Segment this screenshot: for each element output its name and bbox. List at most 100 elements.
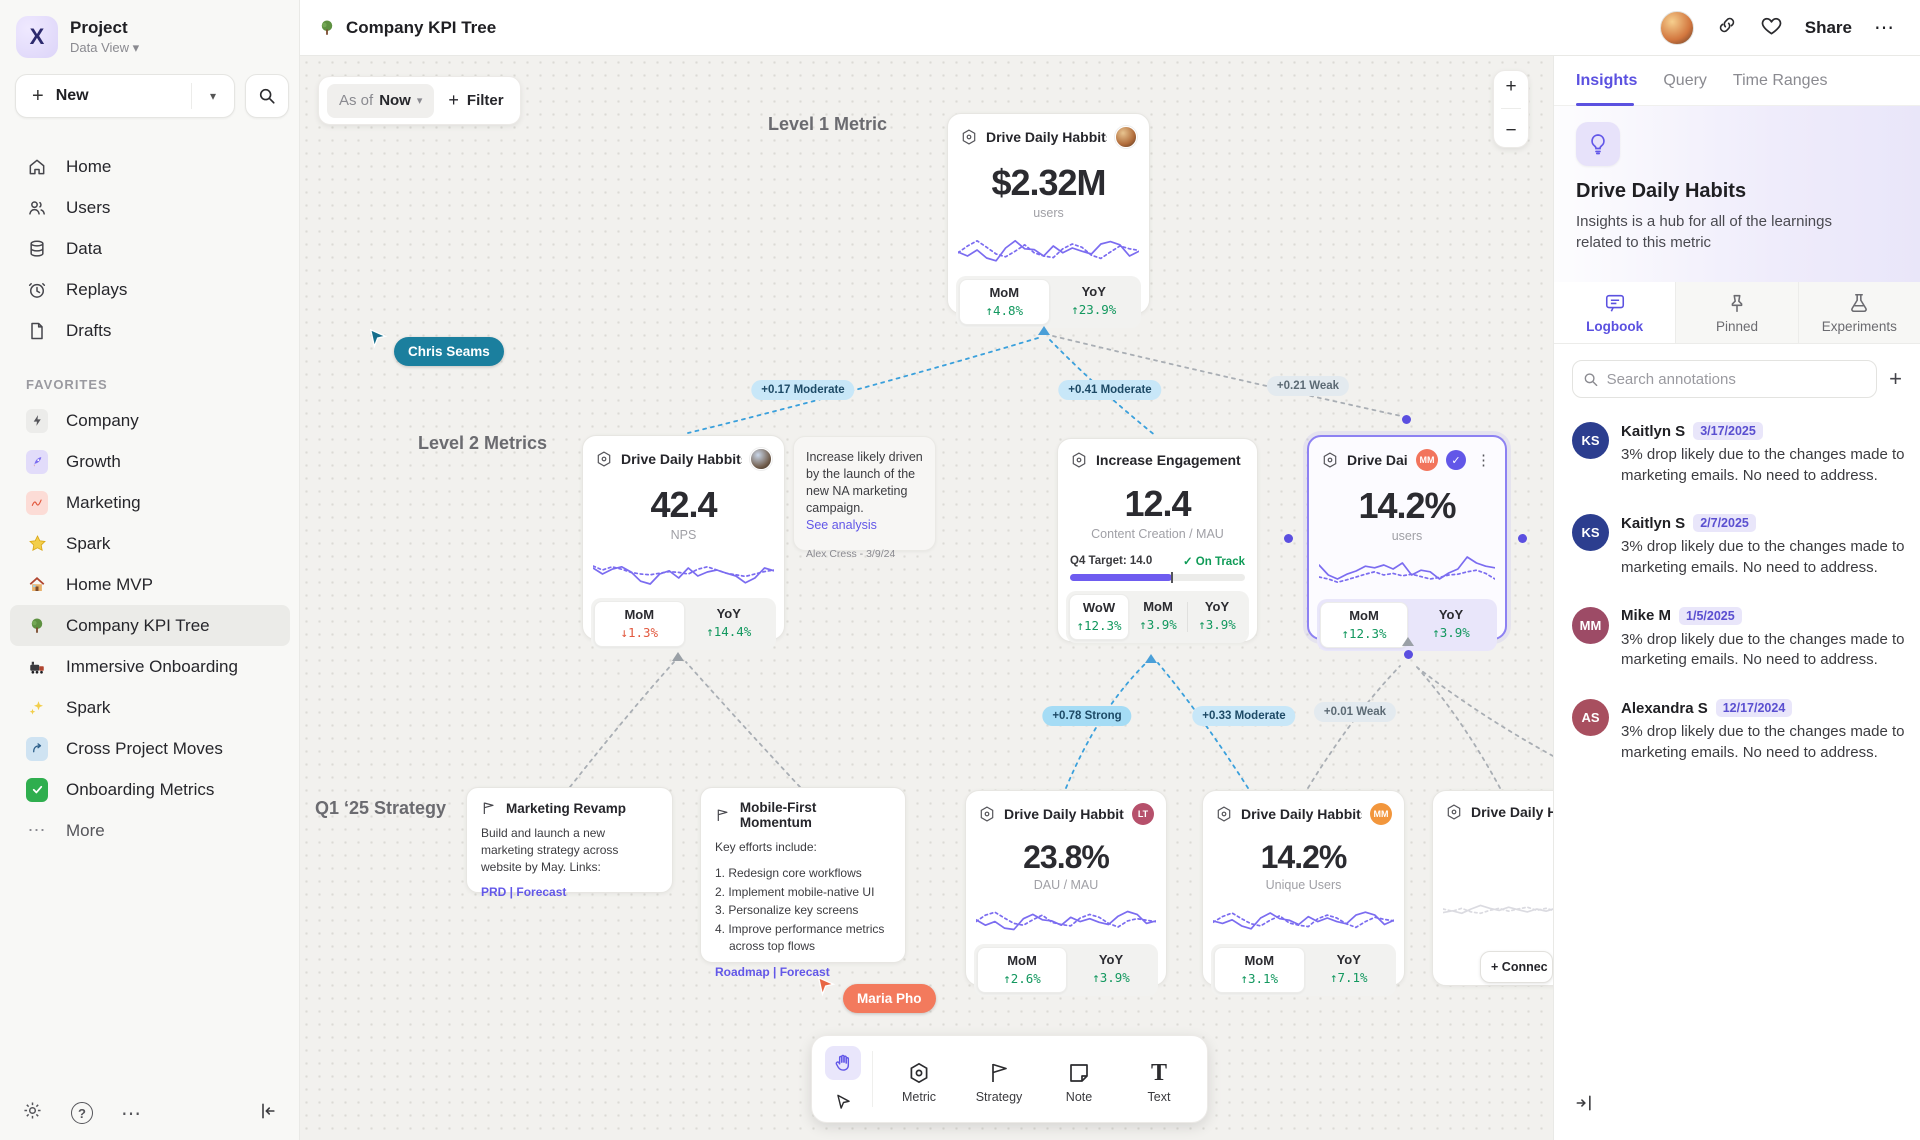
hand-tool-button[interactable] bbox=[825, 1046, 861, 1080]
sidebar-item-immersive-onboarding[interactable]: Immersive Onboarding bbox=[10, 646, 290, 687]
correlation-badge[interactable]: +0.33 Moderate bbox=[1192, 706, 1295, 726]
text-tool-button[interactable]: T Text bbox=[1119, 1055, 1199, 1104]
strategy-card-mobile-first[interactable]: Mobile-First Momentum Key efforts includ… bbox=[700, 787, 906, 963]
zoom-in-button[interactable]: + bbox=[1505, 76, 1516, 98]
hand-icon bbox=[833, 1053, 853, 1073]
sidebar-item-marketing[interactable]: Marketing bbox=[10, 482, 290, 523]
stat-mom[interactable]: MoM↑2.6% bbox=[977, 947, 1067, 993]
sidebar-item-users[interactable]: Users bbox=[10, 187, 290, 228]
sidebar-item-home[interactable]: Home bbox=[10, 146, 290, 187]
metric-card-l3b[interactable]: Drive Daily Habbits MM 14.2% Unique User… bbox=[1202, 790, 1405, 986]
tab-query[interactable]: Query bbox=[1663, 72, 1707, 90]
stat-yoy[interactable]: YoY↑14.4% bbox=[685, 601, 774, 647]
stat-yoy[interactable]: YoY↑7.1% bbox=[1305, 947, 1394, 993]
metric-tool-button[interactable]: Metric bbox=[879, 1055, 959, 1104]
sidebar-item-more[interactable]: ⋯ More bbox=[10, 810, 290, 851]
share-button[interactable]: Share bbox=[1805, 18, 1852, 38]
correlation-badge[interactable]: +0.17 Moderate bbox=[751, 380, 854, 400]
annotation-item[interactable]: KS Kaitlyn S2/7/2025 3% drop likely due … bbox=[1554, 500, 1920, 592]
owner-avatar[interactable] bbox=[750, 448, 772, 470]
favorite-heart-icon[interactable] bbox=[1760, 14, 1783, 42]
tab-insights[interactable]: Insights bbox=[1576, 72, 1637, 90]
owner-badge[interactable]: MM bbox=[1416, 449, 1438, 471]
sidebar-item-home-mvp[interactable]: Home MVP bbox=[10, 564, 290, 605]
metric-card-l2b[interactable]: Increase Engagement 12.4 Content Creatio… bbox=[1057, 438, 1258, 642]
sidebar-item-company[interactable]: Company bbox=[10, 400, 290, 441]
sidebar-item-replays[interactable]: Replays bbox=[10, 269, 290, 310]
annotation-item[interactable]: KS Kaitlyn S3/17/2025 3% drop likely due… bbox=[1554, 408, 1920, 500]
stat-mom[interactable]: MoM↑12.3% bbox=[1320, 602, 1408, 648]
strategy-tool-button[interactable]: Strategy bbox=[959, 1055, 1039, 1104]
strategy-links[interactable]: Roadmap | Forecast bbox=[715, 965, 891, 979]
sidebar-item-spark-2[interactable]: Spark bbox=[10, 687, 290, 728]
note-card[interactable]: Increase likely driven by the launch of … bbox=[793, 436, 936, 551]
correlation-badge[interactable]: +0.01 Weak bbox=[1314, 702, 1396, 722]
chevron-down-icon[interactable]: ▾ bbox=[192, 89, 234, 103]
subtab-experiments[interactable]: Experiments bbox=[1798, 282, 1920, 343]
annotation-search-box[interactable] bbox=[1572, 360, 1877, 398]
selection-handle[interactable] bbox=[1402, 415, 1411, 424]
correlation-badge[interactable]: +0.41 Moderate bbox=[1058, 380, 1161, 400]
search-button[interactable] bbox=[245, 74, 289, 118]
project-view-selector[interactable]: Data View ▾ bbox=[70, 40, 139, 56]
correlation-badge[interactable]: +0.21 Weak bbox=[1267, 376, 1349, 396]
connect-button[interactable]: + Connec bbox=[1480, 951, 1553, 983]
strategy-card-marketing-revamp[interactable]: Marketing Revamp Build and launch a new … bbox=[466, 787, 673, 893]
stat-mom[interactable]: MoM↑3.9% bbox=[1129, 594, 1187, 640]
pointer-tool-icon[interactable] bbox=[834, 1093, 853, 1112]
stat-yoy[interactable]: YoY↑3.9% bbox=[1188, 594, 1246, 640]
zoom-out-button[interactable]: − bbox=[1505, 120, 1516, 142]
sidebar-item-data[interactable]: Data bbox=[10, 228, 290, 269]
sidebar-item-company-kpi-tree[interactable]: Company KPI Tree bbox=[10, 605, 290, 646]
user-avatar[interactable] bbox=[1660, 11, 1694, 45]
subtab-logbook[interactable]: Logbook bbox=[1554, 282, 1675, 343]
annotation-item[interactable]: AS Alexandra S12/17/2024 3% drop likely … bbox=[1554, 685, 1920, 777]
asof-selector[interactable]: As ofNow▾ bbox=[327, 84, 434, 118]
add-annotation-button[interactable]: + bbox=[1889, 366, 1902, 392]
correlation-badge[interactable]: +0.78 Strong bbox=[1042, 706, 1131, 726]
metric-card-l2a[interactable]: Drive Daily Habbits 42.4 NPS MoM↓1.3% Yo… bbox=[582, 435, 785, 640]
stat-wow[interactable]: WoW↑12.3% bbox=[1069, 594, 1129, 640]
selection-handle[interactable] bbox=[1284, 534, 1293, 543]
stat-yoy[interactable]: YoY↑3.9% bbox=[1408, 602, 1494, 648]
stat-mom[interactable]: MoM↑4.8% bbox=[959, 279, 1050, 325]
tab-time-ranges[interactable]: Time Ranges bbox=[1733, 72, 1828, 90]
sidebar-item-cross-project-moves[interactable]: Cross Project Moves bbox=[10, 728, 290, 769]
owner-avatar[interactable] bbox=[1115, 126, 1137, 148]
metric-card-l1[interactable]: Drive Daily Habbits $2.32M users MoM↑4.8… bbox=[947, 113, 1150, 314]
help-icon[interactable]: ? bbox=[71, 1102, 93, 1124]
stat-mom[interactable]: MoM↓1.3% bbox=[594, 601, 685, 647]
copy-link-icon[interactable] bbox=[1716, 14, 1738, 41]
note-tool-button[interactable]: Note bbox=[1039, 1055, 1119, 1104]
project-switcher[interactable]: X Project Data View ▾ bbox=[16, 16, 139, 58]
note-see-analysis-link[interactable]: See analysis bbox=[806, 517, 923, 534]
new-button[interactable]: + New ▾ bbox=[15, 74, 235, 118]
sidebar-item-growth[interactable]: Growth bbox=[10, 441, 290, 482]
more-options-icon[interactable]: ⋯ bbox=[1874, 15, 1896, 40]
selection-handle[interactable] bbox=[1404, 650, 1413, 659]
more-options-icon[interactable]: ⋯ bbox=[121, 1101, 143, 1126]
owner-badge[interactable]: LT bbox=[1132, 803, 1154, 825]
stat-mom[interactable]: MoM↑3.1% bbox=[1214, 947, 1305, 993]
sidebar-item-spark[interactable]: Spark bbox=[10, 523, 290, 564]
metric-card-l3a[interactable]: Drive Daily Habbits LT 23.8% DAU / MAU M… bbox=[965, 790, 1167, 986]
metric-sparkline bbox=[976, 900, 1156, 936]
selection-handle[interactable] bbox=[1518, 534, 1527, 543]
subtab-pinned[interactable]: Pinned bbox=[1675, 282, 1797, 343]
kebab-menu-icon[interactable]: ⋮ bbox=[1474, 451, 1493, 469]
strategy-list-item: 1. Redesign core workflows bbox=[715, 865, 891, 882]
sidebar-collapse-icon[interactable] bbox=[258, 1101, 278, 1126]
panel-collapse-icon[interactable] bbox=[1574, 1093, 1594, 1118]
annotation-search-input[interactable] bbox=[1607, 371, 1867, 388]
settings-gear-icon[interactable] bbox=[22, 1100, 43, 1126]
filter-button[interactable]: + Filter bbox=[448, 90, 503, 111]
kpi-tree-canvas[interactable]: Level 1 Metric Level 2 Metrics Q1 ‘25 St… bbox=[300, 56, 1553, 1140]
strategy-links[interactable]: PRD | Forecast bbox=[481, 885, 658, 899]
stat-yoy[interactable]: YoY↑3.9% bbox=[1067, 947, 1155, 993]
annotation-item[interactable]: MM Mike M1/5/2025 3% drop likely due to … bbox=[1554, 593, 1920, 685]
sidebar-item-drafts[interactable]: Drafts bbox=[10, 310, 290, 351]
sidebar-item-onboarding-metrics[interactable]: Onboarding Metrics bbox=[10, 769, 290, 810]
metric-card-l2c-selected[interactable]: Drive Daily Habb.. MM ✓ ⋮ 14.2% users Mo… bbox=[1307, 435, 1507, 640]
owner-badge[interactable]: MM bbox=[1370, 803, 1392, 825]
stat-yoy[interactable]: YoY↑23.9% bbox=[1050, 279, 1139, 325]
